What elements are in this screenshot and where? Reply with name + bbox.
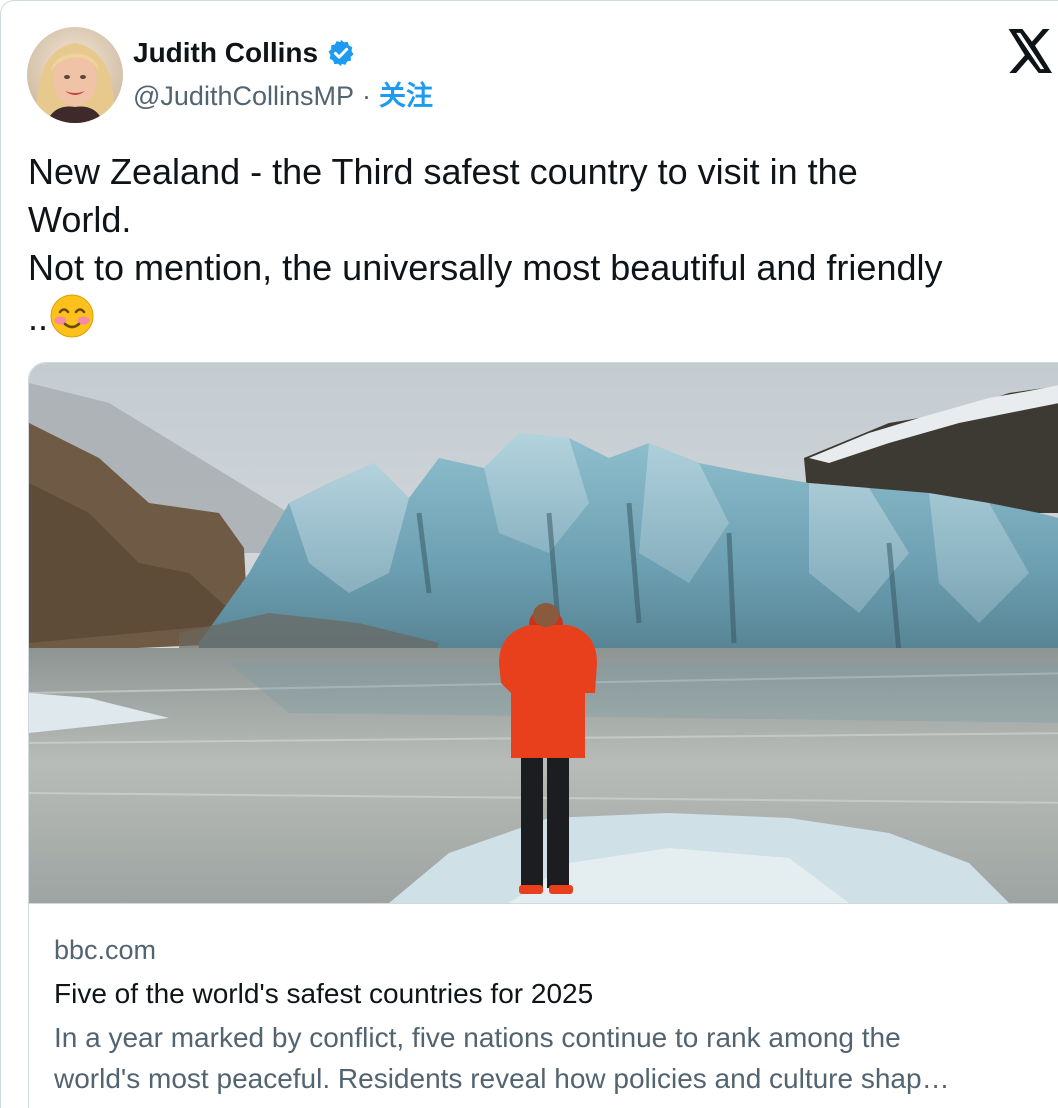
verified-badge-icon: [326, 38, 356, 68]
tweet-line-with-emoji: ..: [28, 292, 1048, 342]
author-avatar[interactable]: [27, 27, 123, 123]
card-title[interactable]: Five of the world's safest countries for…: [54, 976, 1058, 1012]
card-description-line: In a year marked by conflict, five natio…: [54, 1022, 901, 1053]
card-description-line: world's most peaceful. Residents reveal …: [54, 1063, 950, 1094]
tweet-line: New Zealand - the Third safest country t…: [28, 151, 858, 192]
tweet-text: New Zealand - the Third safest country t…: [28, 148, 1048, 342]
separator-dot: ·: [361, 81, 371, 111]
x-logo-icon[interactable]: [1008, 29, 1054, 73]
card-text: bbc.com Five of the world's safest count…: [29, 903, 1058, 1099]
author-handle[interactable]: @JudithCollinsMP: [133, 79, 354, 113]
tweet-line: Not to mention, the universally most bea…: [28, 247, 943, 288]
tweet-line: World.: [28, 199, 132, 240]
glacier-lagoon-photo[interactable]: [29, 363, 1058, 903]
tweet-line: ..: [28, 297, 49, 338]
author-name[interactable]: Judith Collins: [133, 35, 356, 71]
author-meta: @JudithCollinsMP · 关注: [133, 79, 433, 113]
smiling-face-with-blush-emoji-icon: [48, 292, 96, 340]
follow-button[interactable]: 关注: [379, 79, 433, 113]
tweet-embed: Judith Collins @JudithCollinsMP · 关注 New…: [0, 0, 1058, 1108]
author-name-text[interactable]: Judith Collins: [133, 35, 318, 71]
card-description: In a year marked by conflict, five natio…: [54, 1017, 1039, 1099]
link-preview-card[interactable]: bbc.com Five of the world's safest count…: [28, 362, 1058, 1108]
card-domain: bbc.com: [54, 935, 157, 965]
